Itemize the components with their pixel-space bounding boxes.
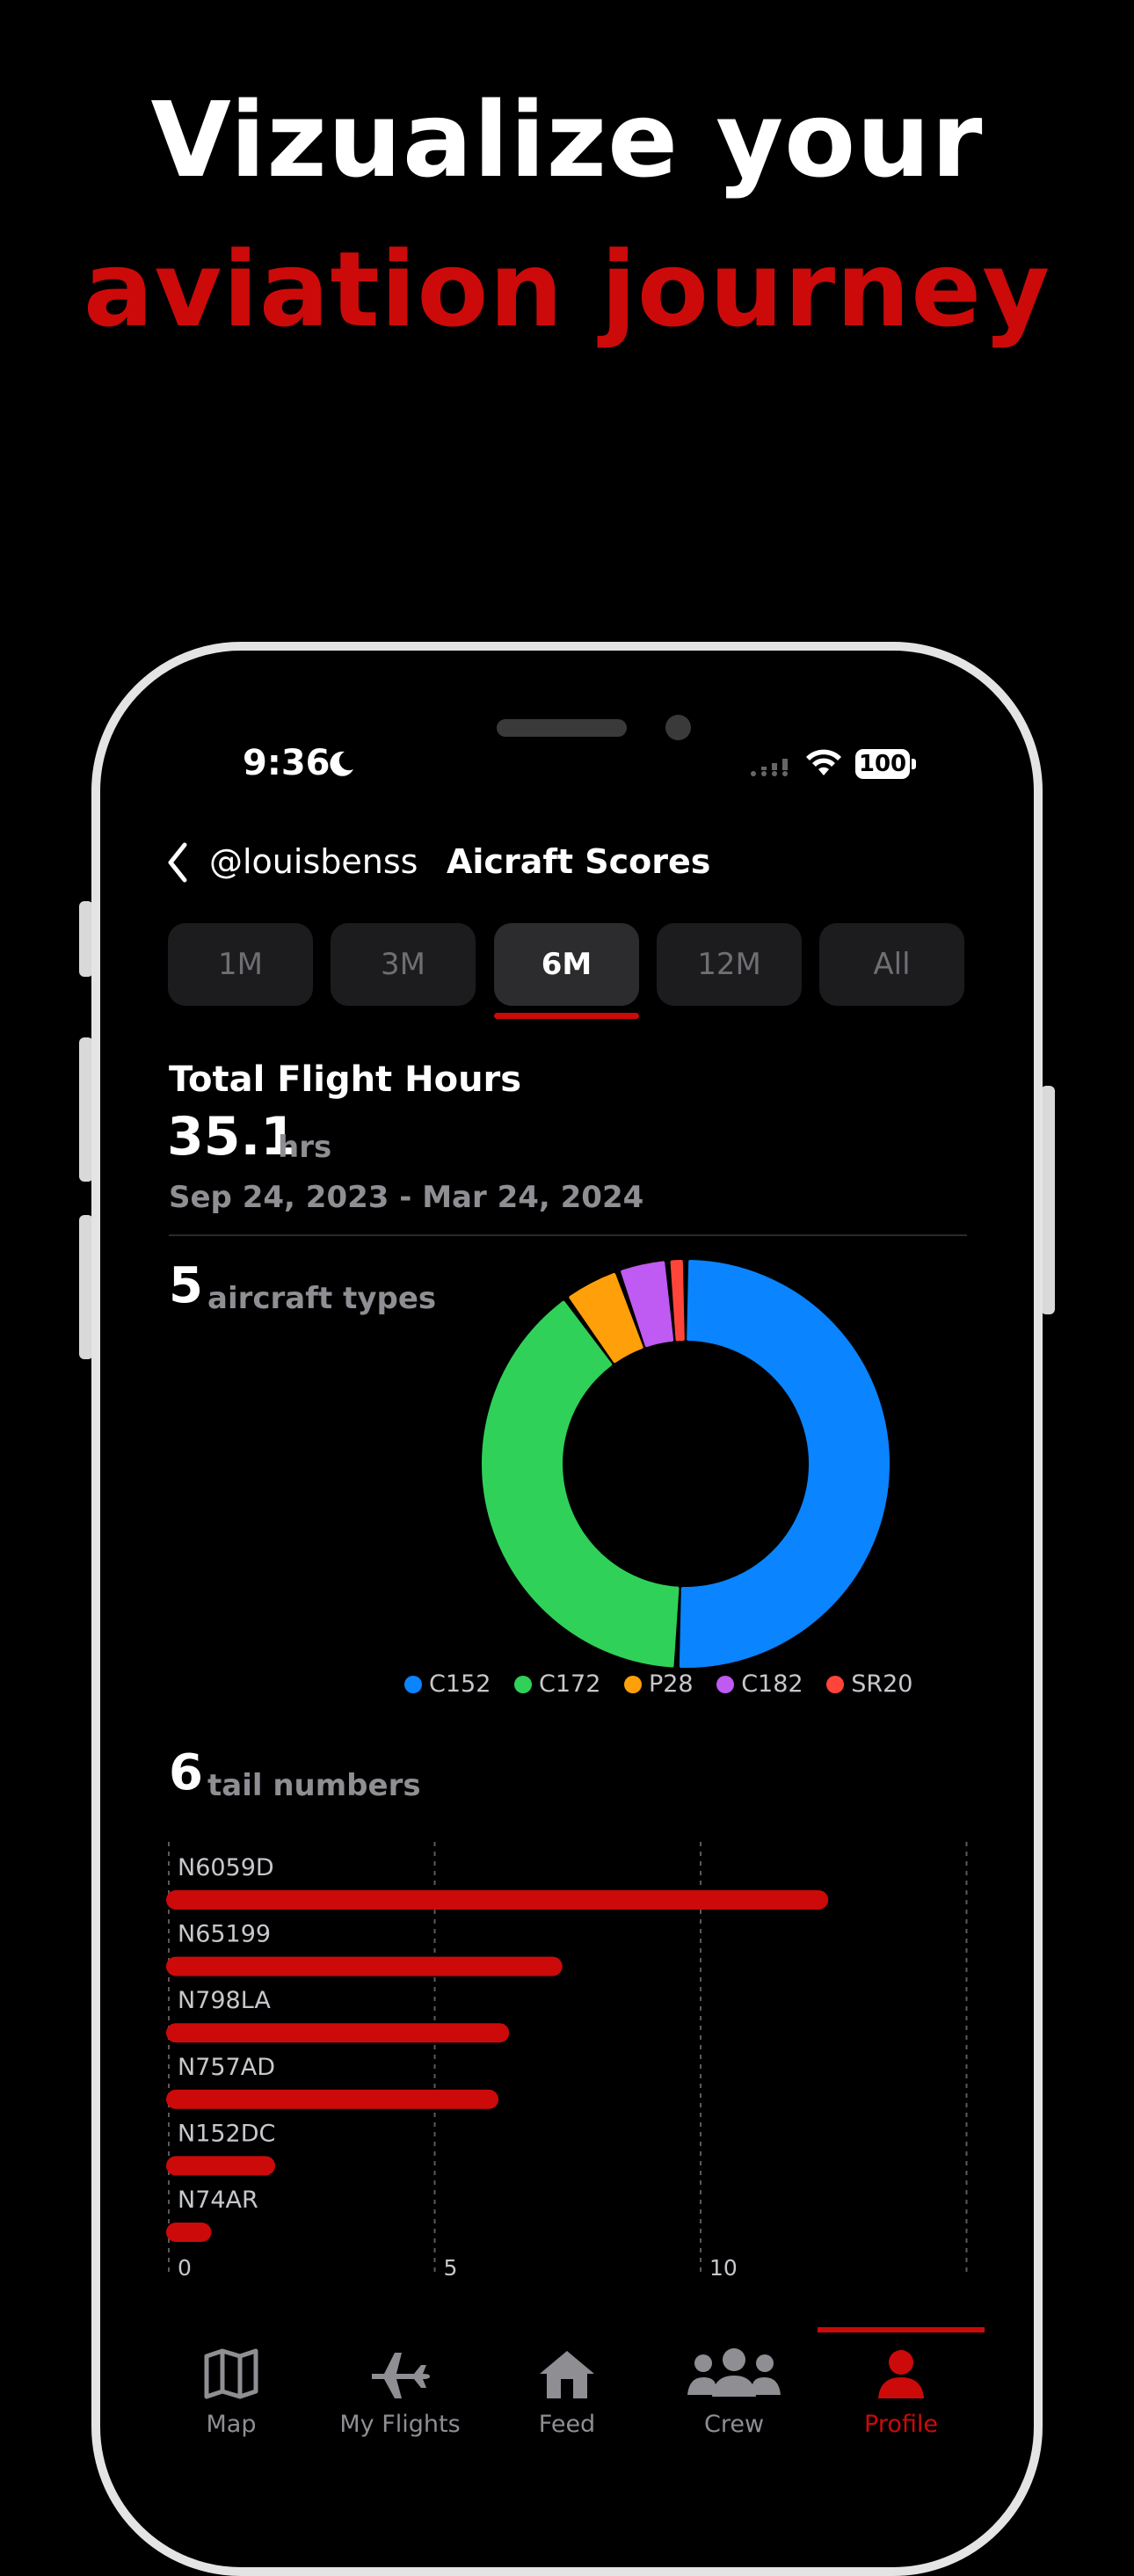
people-icon bbox=[687, 2348, 781, 2397]
bar-n65199 bbox=[166, 1956, 563, 1976]
tab-feed[interactable]: Feed bbox=[492, 2347, 642, 2438]
cellular-signal-icon bbox=[751, 759, 788, 776]
page-title: Aicraft Scores bbox=[447, 842, 711, 881]
donut-slice-c172 bbox=[482, 1300, 680, 1668]
status-time: 9:36 bbox=[243, 743, 331, 783]
segment-1m[interactable]: 1M bbox=[168, 923, 313, 1006]
bar-n757ad bbox=[166, 2089, 499, 2109]
section-divider bbox=[169, 1234, 967, 1236]
x-tick-label: 0 bbox=[178, 2255, 192, 2281]
aircraft-types-label: aircraft types bbox=[207, 1281, 437, 1316]
total-flight-hours-label: Total Flight Hours bbox=[169, 1059, 522, 1100]
wifi-icon bbox=[806, 749, 841, 775]
tab-active-indicator bbox=[818, 2327, 985, 2332]
legend-label-sr20: SR20 bbox=[851, 1670, 913, 1698]
aircraft-donut-chart bbox=[482, 1260, 890, 1668]
tab-map[interactable]: Map bbox=[156, 2347, 306, 2438]
battery-tip bbox=[912, 759, 916, 769]
back-button-user[interactable]: @louisbenss bbox=[209, 842, 418, 881]
aircraft-types-count: 5 bbox=[169, 1257, 203, 1314]
legend-c172: C172 bbox=[513, 1670, 601, 1698]
legend-dot-p28 bbox=[623, 1676, 642, 1693]
house-icon bbox=[540, 2351, 594, 2398]
date-range: Sep 24, 2023 - Mar 24, 2024 bbox=[169, 1180, 644, 1215]
legend-c182: C182 bbox=[716, 1670, 803, 1698]
bar-n152dc bbox=[166, 2156, 275, 2176]
airplane-icon bbox=[372, 2353, 430, 2398]
phone-camera bbox=[665, 715, 691, 740]
tab-my-flights-label: My Flights bbox=[339, 2411, 461, 2438]
moon-icon bbox=[330, 751, 353, 776]
x-tick-label: 5 bbox=[444, 2255, 458, 2281]
donut-slice-sr20 bbox=[670, 1260, 685, 1342]
bar-n6059d bbox=[166, 1890, 829, 1910]
bar-label: N152DC bbox=[178, 2120, 275, 2147]
headline-line-2: aviation journey bbox=[83, 229, 1051, 350]
phone-speaker bbox=[497, 719, 627, 737]
segment-selected-indicator bbox=[494, 1013, 639, 1019]
legend-label-c152: C152 bbox=[429, 1670, 491, 1698]
tab-profile-label: Profile bbox=[864, 2411, 938, 2438]
x-tick-label: 10 bbox=[709, 2255, 738, 2281]
total-flight-hours-unit: hrs bbox=[278, 1130, 332, 1165]
legend-label-c182: C182 bbox=[741, 1670, 803, 1698]
donut-legend: C152 C172 P28 C182 SR20 bbox=[404, 1670, 928, 1698]
tab-crew[interactable]: Crew bbox=[659, 2347, 809, 2438]
legend-sr20: SR20 bbox=[826, 1670, 912, 1698]
legend-p28: P28 bbox=[623, 1670, 694, 1698]
tab-feed-label: Feed bbox=[538, 2411, 596, 2438]
tab-crew-label: Crew bbox=[703, 2411, 765, 2438]
bar-label: N65199 bbox=[178, 1921, 271, 1948]
bar-label: N757AD bbox=[178, 2054, 275, 2081]
tab-map-label: Map bbox=[206, 2411, 257, 2438]
legend-dot-c182 bbox=[716, 1676, 735, 1693]
legend-label-c172: C172 bbox=[538, 1670, 601, 1698]
bar-n798la bbox=[166, 2023, 510, 2043]
tail-numbers-bar-chart: N6059D N65199 N798LA N757AD N152DC N74AR 0 5 10 bbox=[166, 1842, 968, 2281]
segment-all[interactable]: All bbox=[819, 923, 964, 1006]
tab-my-flights[interactable]: My Flights bbox=[325, 2347, 475, 2438]
person-icon bbox=[878, 2350, 924, 2398]
tail-numbers-label: tail numbers bbox=[207, 1768, 421, 1803]
phone-power-button bbox=[1041, 1086, 1055, 1314]
chevron-left-icon[interactable] bbox=[165, 841, 190, 884]
legend-dot-c152 bbox=[404, 1676, 422, 1693]
donut-slice-c152 bbox=[679, 1260, 890, 1668]
segment-12m[interactable]: 12M bbox=[657, 923, 802, 1006]
legend-c152: C152 bbox=[404, 1670, 491, 1698]
segment-6m[interactable]: 6M bbox=[494, 923, 639, 1006]
bar-label: N6059D bbox=[178, 1854, 274, 1881]
segment-3m[interactable]: 3M bbox=[331, 923, 476, 1006]
legend-dot-c172 bbox=[513, 1676, 532, 1693]
legend-dot-sr20 bbox=[826, 1676, 845, 1693]
bar-n74ar bbox=[166, 2223, 212, 2242]
bar-label: N798LA bbox=[178, 1987, 271, 2014]
tail-numbers-count: 6 bbox=[169, 1744, 203, 1801]
battery-indicator: 100 bbox=[855, 749, 910, 779]
map-icon bbox=[204, 2348, 258, 2399]
tab-profile[interactable]: Profile bbox=[826, 2347, 976, 2438]
bar-label: N74AR bbox=[178, 2187, 258, 2214]
legend-label-p28: P28 bbox=[648, 1670, 694, 1698]
headline-line-1: Vizualize your bbox=[150, 79, 984, 200]
